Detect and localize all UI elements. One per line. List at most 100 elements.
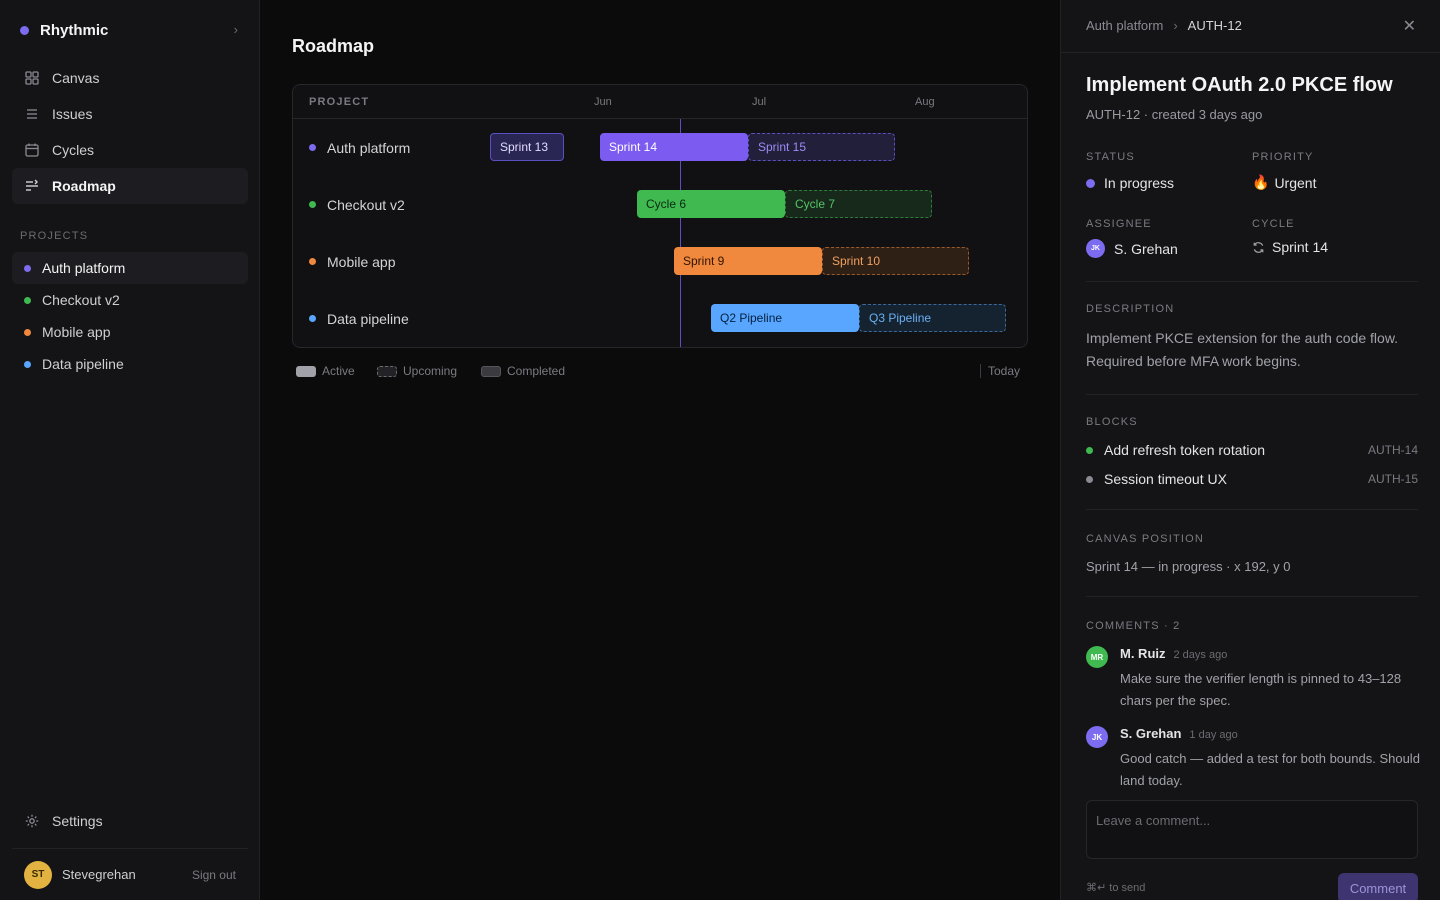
nav-item-issues[interactable]: Issues [12, 96, 248, 132]
project-color-dot [24, 296, 31, 304]
cycle-field[interactable]: Sprint 14 [1252, 239, 1328, 255]
timeline-header: PROJECT Jun Jul Aug [293, 85, 1027, 119]
priority-field[interactable]: 🔥 Urgent [1252, 174, 1316, 191]
timeline-row-label[interactable]: Data pipeline [309, 290, 409, 347]
assignee-field[interactable]: JK S. Grehan [1086, 239, 1178, 258]
timeline-row-label[interactable]: Mobile app [309, 233, 396, 290]
comment-time: 1 day ago [1189, 729, 1238, 741]
comment-body: Good catch — added a test for both bound… [1120, 751, 1420, 788]
chevron-right-icon: › [1173, 18, 1178, 33]
divider [1086, 596, 1418, 597]
timeline-row-label[interactable]: Checkout v2 [309, 176, 405, 233]
timeline-row-label[interactable]: Auth platform [309, 119, 410, 176]
divider [1086, 509, 1418, 510]
sign-out-link[interactable]: Sign out [192, 868, 236, 882]
nav-item-roadmap[interactable]: Roadmap [12, 168, 248, 204]
row-label-text: Checkout v2 [327, 196, 405, 213]
legend-label: Active [322, 364, 355, 378]
chevron-right-icon: › [233, 22, 238, 37]
description-text[interactable]: Implement PKCE extension for the auth co… [1086, 327, 1421, 373]
row-label-text: Mobile app [327, 253, 396, 270]
timeline-row-mobile-app: Mobile app Sprint 9 Sprint 10 [293, 233, 1027, 290]
cycle-bar-sprint-13[interactable]: Sprint 13 [490, 133, 564, 161]
project-column-header: PROJECT [309, 96, 370, 108]
project-item-checkout-v2[interactable]: Checkout v2 [12, 284, 248, 316]
blocked-issue-item[interactable]: Session timeout UX AUTH-15 [1086, 469, 1418, 489]
legend-swatch-completed [481, 365, 501, 377]
nav-item-label: Issues [52, 106, 93, 122]
cycle-bar-sprint-14[interactable]: Sprint 14 [600, 133, 748, 161]
list-icon [24, 106, 40, 122]
user-name: Stevegrehan [62, 867, 136, 882]
user-avatar[interactable]: ST [24, 860, 52, 889]
month-label-jun: Jun [594, 96, 612, 108]
blocked-issue-id: AUTH-14 [1367, 443, 1418, 457]
legend-swatch-active [296, 365, 316, 377]
cycle-bar-q2-pipeline[interactable]: Q2 Pipeline [711, 304, 859, 332]
legend-label: Completed [507, 364, 566, 378]
month-label-aug: Aug [915, 96, 935, 108]
comment-body: Make sure the verifier length is pinned … [1120, 671, 1402, 708]
cycle-bar-sprint-10[interactable]: Sprint 10 [822, 247, 969, 275]
comment-author: M. Ruiz [1120, 646, 1166, 661]
project-color-dot [24, 264, 31, 272]
workspace-switcher[interactable]: Rhythmic › [20, 20, 240, 40]
legend-today: Today [979, 364, 1020, 378]
fire-icon: 🔥 [1252, 174, 1270, 190]
project-color-dot [309, 315, 316, 322]
page-title: Roadmap [292, 36, 375, 56]
nav-item-label: Canvas [52, 70, 100, 86]
legend-upcoming: Upcoming [377, 364, 457, 378]
user-row: ST Stevegrehan Sign out [12, 848, 248, 900]
cycle-bar-cycle-7[interactable]: Cycle 7 [785, 190, 932, 218]
project-list: Auth platform Checkout v2 Mobile app Dat… [12, 252, 248, 380]
project-color-dot [24, 328, 31, 336]
blocked-issue-item[interactable]: Add refresh token rotation AUTH-14 [1086, 440, 1418, 460]
project-color-dot [309, 258, 316, 265]
settings-link[interactable]: Settings [12, 804, 248, 838]
cycle-bar-sprint-9[interactable]: Sprint 9 [674, 247, 822, 275]
status-field[interactable]: In progress [1086, 175, 1174, 191]
comment-header: S. Grehan 1 day ago [1120, 726, 1238, 741]
breadcrumb-issue: AUTH-12 [1187, 18, 1242, 33]
project-item-data-pipeline[interactable]: Data pipeline [12, 348, 248, 380]
comment-time: 2 days ago [1173, 649, 1228, 661]
project-label: Mobile app [42, 324, 111, 340]
breadcrumb-project[interactable]: Auth platform [1086, 18, 1163, 33]
close-icon[interactable]: ✕ [1403, 16, 1416, 36]
nav-item-label: Roadmap [52, 178, 116, 194]
issue-detail-panel: Auth platform › AUTH-12 ✕ Implement OAut… [1060, 0, 1440, 900]
cycle-bar-q3-pipeline[interactable]: Q3 Pipeline [859, 304, 1006, 332]
project-item-auth-platform[interactable]: Auth platform [12, 252, 248, 284]
blocked-issue-id: AUTH-15 [1367, 472, 1418, 486]
cycle-bar-cycle-6[interactable]: Cycle 6 [637, 190, 785, 218]
canvas-position-label: CANVAS POSITION [1086, 533, 1205, 545]
project-color-dot [309, 144, 316, 151]
status-value: In progress [1104, 175, 1175, 191]
timeline-row-auth-platform: Auth platform Sprint 13 Sprint 14 Sprint… [293, 119, 1027, 176]
blocked-issue-title: Add refresh token rotation [1104, 442, 1266, 458]
sidebar: Rhythmic › Canvas Issues Cycles Roadmap … [0, 0, 260, 900]
canvas-grid-icon [24, 70, 40, 86]
project-item-mobile-app[interactable]: Mobile app [12, 316, 248, 348]
send-shortcut-hint: ⌘↵ to send [1086, 882, 1146, 894]
project-color-dot [309, 201, 316, 208]
main-content: Roadmap PROJECT Jun Jul Aug Auth platfor… [260, 0, 1060, 900]
nav-item-canvas[interactable]: Canvas [12, 60, 248, 96]
cycle-bar-sprint-15[interactable]: Sprint 15 [748, 133, 895, 161]
comment-header: M. Ruiz 2 days ago [1120, 646, 1227, 661]
issue-title[interactable]: Implement OAuth 2.0 PKCE flow [1086, 74, 1393, 97]
issue-status-dot [1086, 446, 1093, 454]
comment-submit-button[interactable]: Comment [1338, 873, 1418, 900]
nav-item-cycles[interactable]: Cycles [12, 132, 248, 168]
nav-item-label: Cycles [52, 142, 95, 158]
cycle-refresh-icon [1252, 241, 1265, 254]
legend-swatch-upcoming [377, 365, 397, 377]
projects-section-label: PROJECTS [20, 230, 89, 242]
comment-input[interactable] [1086, 800, 1418, 859]
cycle-value: Sprint 14 [1272, 239, 1329, 255]
legend-completed: Completed [481, 364, 565, 378]
roadmap-timeline: PROJECT Jun Jul Aug Auth platform Sprint… [292, 84, 1028, 348]
divider [1086, 394, 1418, 395]
assignee-label: ASSIGNEE [1086, 218, 1152, 230]
